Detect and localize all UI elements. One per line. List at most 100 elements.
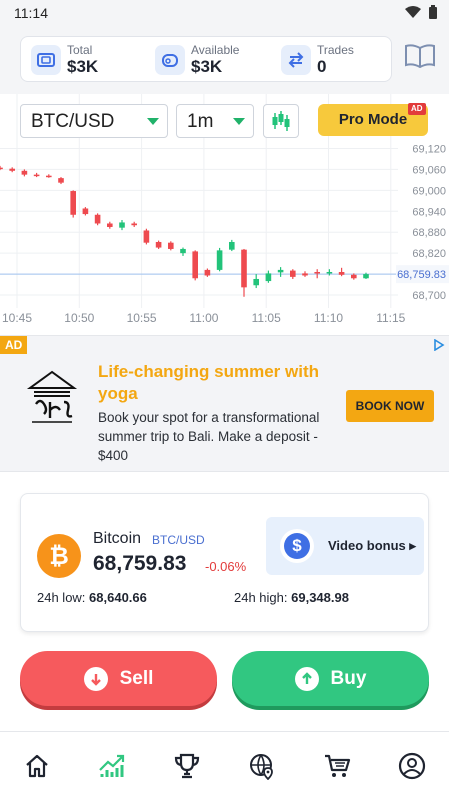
price-chart-panel: 69,120 69,060 69,000 68,940 68,880 68,820 68,7…: [0, 94, 449, 334]
stat-total-label: Total: [67, 43, 93, 57]
book-icon[interactable]: [404, 44, 436, 68]
wallet-icon: [31, 45, 61, 75]
profile-icon: [398, 752, 425, 780]
stat-available-value: $3K: [191, 57, 223, 76]
candle-up: [265, 273, 272, 282]
chart-type-button[interactable]: [263, 104, 299, 138]
candle-down: [9, 168, 15, 171]
asset-change: -0.06%: [205, 559, 247, 574]
pair-select-value: BTC/USD: [31, 111, 115, 132]
ad-choices-icon[interactable]: [433, 339, 445, 351]
wifi-icon: [405, 6, 421, 18]
trophy-icon: [174, 753, 200, 779]
candle-down: [33, 174, 40, 177]
svg-text:₿: ₿: [49, 542, 69, 570]
account-stats: Total $3K Available $3K Trades 0: [20, 36, 392, 82]
candle-up: [119, 222, 125, 228]
buy-button[interactable]: Buy: [232, 651, 429, 706]
candle-down: [58, 178, 64, 183]
asset-name: Bitcoin: [93, 530, 142, 547]
nav-home[interactable]: [0, 732, 75, 800]
x-tick-label: 11:15: [376, 311, 405, 325]
bitcoin-icon: ₿: [37, 534, 81, 578]
candle-down: [0, 167, 3, 170]
cart-icon: [324, 754, 350, 777]
nav-shop[interactable]: [299, 732, 374, 800]
24h-low: 24h low: 68,640.66: [37, 590, 147, 605]
candles-icon: [272, 111, 290, 131]
status-bar: 11:14: [0, 0, 449, 28]
y-tick-label: 68,820: [412, 248, 446, 260]
24h-high-value: 69,348.98: [291, 590, 349, 605]
candle-down: [338, 271, 345, 275]
money-bag-icon: [155, 45, 185, 75]
timeframe-select-value: 1m: [187, 111, 214, 132]
24h-high-label: 24h high:: [234, 590, 288, 605]
arrow-up-icon: [294, 666, 319, 691]
pair-select[interactable]: BTC/USD: [20, 104, 168, 138]
candle-up: [216, 250, 223, 270]
stat-trades-label: Trades: [317, 43, 354, 57]
stat-trades[interactable]: Trades 0: [271, 37, 391, 81]
y-tick-label: 68,940: [412, 206, 446, 218]
x-tick-label: 11:05: [252, 311, 281, 325]
candle-down: [351, 274, 357, 279]
ad-banner[interactable]: AD Life-changing summer with yoga Book y…: [0, 335, 449, 472]
candle-down: [302, 273, 308, 276]
stat-available-label: Available: [191, 43, 240, 57]
sell-button[interactable]: Sell: [20, 651, 217, 706]
candle-down: [94, 214, 101, 224]
pro-mode-ad-badge: AD: [408, 103, 426, 115]
video-bonus-label: Video bonus ▸: [328, 538, 416, 553]
24h-low-value: 68,640.66: [89, 590, 147, 605]
x-tick-label: 10:55: [127, 311, 157, 325]
candle-down: [290, 270, 296, 277]
candle-up: [363, 274, 369, 279]
system-icons: [405, 5, 437, 19]
dollar-coin-icon: $: [280, 529, 314, 563]
home-icon: [26, 754, 49, 778]
candle-up: [180, 248, 186, 254]
globe-pin-icon: [249, 754, 273, 780]
candle-down: [241, 249, 247, 288]
stat-total-value: $3K: [67, 57, 99, 76]
nav-profile[interactable]: [374, 732, 449, 800]
ad-title: Life-changing summer with yoga: [98, 362, 320, 403]
transfer-arrows-icon: [281, 45, 311, 75]
x-tick-label: 10:50: [64, 311, 94, 325]
candle-up: [229, 241, 235, 250]
status-time: 11:14: [14, 5, 48, 21]
24h-high: 24h high: 69,348.98: [234, 590, 349, 605]
timeframe-select[interactable]: 1m: [176, 104, 254, 138]
sell-label: Sell: [119, 667, 154, 689]
stat-total[interactable]: Total $3K: [21, 37, 145, 81]
arrow-down-icon: [83, 666, 108, 691]
bottom-nav: [0, 731, 449, 800]
nav-markets[interactable]: [224, 732, 299, 800]
candle-up: [277, 269, 284, 273]
account-summary-bar: Total $3K Available $3K Trades 0: [0, 28, 449, 94]
y-tick-label: 69,060: [412, 164, 446, 176]
ad-tag: AD: [0, 336, 28, 354]
nav-tournaments[interactable]: [150, 732, 225, 800]
video-bonus-button[interactable]: $ Video bonus ▸: [266, 517, 424, 575]
candle-down: [143, 230, 150, 243]
candle-down: [192, 251, 198, 279]
stat-available[interactable]: Available $3K: [145, 37, 271, 81]
x-tick-label: 11:00: [189, 311, 218, 325]
chevron-down-icon: [147, 118, 159, 125]
candle-down: [107, 223, 113, 227]
battery-icon: [429, 5, 437, 19]
y-tick-label: 69,000: [412, 185, 446, 197]
buy-label: Buy: [330, 667, 367, 689]
candle-up: [326, 271, 333, 274]
y-tick-label: 69,120: [412, 143, 446, 155]
x-tick-label: 11:10: [314, 311, 343, 325]
nav-trading[interactable]: [75, 732, 150, 800]
asset-pair: BTC/USD: [152, 533, 205, 547]
ad-book-now-button[interactable]: BOOK NOW: [346, 390, 434, 422]
stat-trades-value: 0: [317, 57, 327, 76]
asset-price: 68,759.83: [93, 552, 187, 575]
candle-down: [70, 191, 76, 215]
x-tick-label: 10:45: [2, 311, 32, 325]
